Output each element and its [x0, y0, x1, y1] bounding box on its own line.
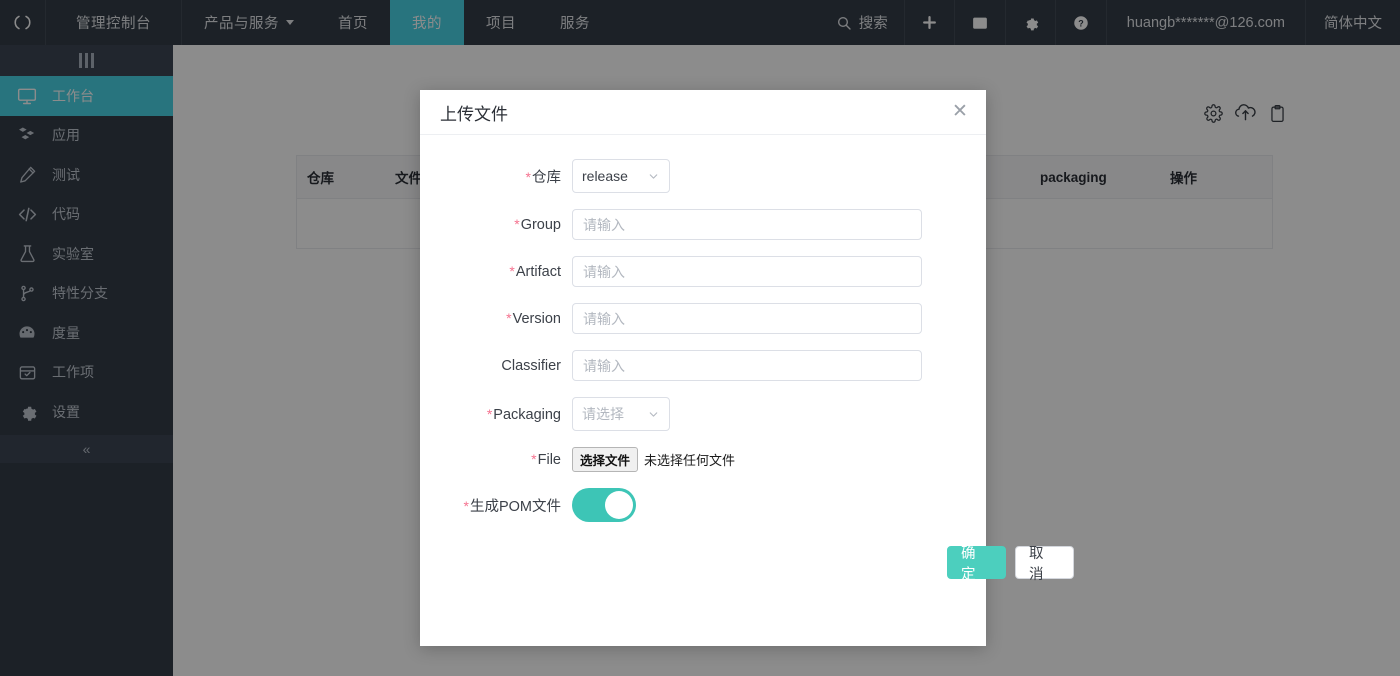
label-generate-pom: *生成POM文件 — [420, 495, 572, 516]
label-repo: *仓库 — [420, 166, 572, 187]
required-asterisk: * — [525, 168, 531, 185]
label-file: *File — [420, 451, 572, 468]
chevron-down-icon — [647, 170, 660, 183]
generate-pom-toggle[interactable] — [572, 488, 636, 522]
field-row-repo: *仓库 release — [420, 159, 986, 193]
label-version: *Version — [420, 310, 572, 327]
toggle-knob — [605, 491, 633, 519]
choose-file-button[interactable]: 选择文件 — [572, 447, 639, 472]
label-text: 生成POM文件 — [469, 498, 561, 515]
control-version — [572, 303, 986, 334]
artifact-input[interactable] — [572, 256, 922, 287]
classifier-input[interactable] — [572, 350, 922, 381]
control-file: 选择文件 未选择任何文件 — [572, 447, 986, 472]
required-asterisk: * — [531, 451, 537, 467]
label-text: Version — [512, 311, 561, 327]
repo-select[interactable]: release — [572, 159, 670, 193]
field-row-classifier: Classifier — [420, 350, 986, 381]
file-input[interactable]: 选择文件 未选择任何文件 — [572, 447, 986, 472]
label-packaging: *Packaging — [420, 406, 572, 423]
app-root: 仓库 文件名 packaging 操作 工作台 应用 测试 代码 实验室 特性分… — [0, 0, 1400, 676]
required-asterisk: * — [514, 216, 520, 232]
control-classifier — [572, 350, 986, 381]
close-icon[interactable]: ✕ — [950, 102, 970, 122]
label-text: File — [537, 452, 561, 468]
control-artifact — [572, 256, 986, 287]
dialog-header: 上传文件 ✕ — [420, 90, 986, 135]
label-classifier: Classifier — [420, 358, 572, 374]
dialog-body: *仓库 release *Group 请输入 *Artifact 请输入 *Ve… — [420, 135, 1074, 583]
control-generate-pom — [572, 488, 986, 522]
dialog-title: 上传文件 — [440, 104, 508, 124]
label-text: Packaging — [493, 406, 561, 423]
required-asterisk: * — [486, 405, 493, 422]
file-status-text: 未选择任何文件 — [644, 453, 736, 468]
chevron-down-icon — [647, 408, 660, 421]
label-text: Artifact — [515, 264, 561, 280]
label-text: 仓库 — [532, 169, 561, 186]
field-row-group: *Group — [420, 209, 986, 240]
field-row-file: *File 选择文件 未选择任何文件 — [420, 447, 986, 472]
cancel-button[interactable]: 取 消 — [1015, 546, 1074, 583]
field-row-artifact: *Artifact — [420, 256, 986, 287]
upload-file-dialog: 上传文件 ✕ *仓库 release *Group 请输入 *Artifact … — [420, 90, 1074, 646]
confirm-button[interactable]: 确 定 — [947, 546, 1006, 583]
label-text: Group — [520, 217, 561, 233]
dialog-actions: 确 定 取 消 — [420, 546, 1074, 583]
field-row-generate-pom: *生成POM文件 — [420, 488, 986, 522]
label-group: *Group — [420, 216, 572, 233]
required-asterisk: * — [509, 263, 515, 279]
control-repo: release — [572, 159, 986, 193]
version-input[interactable] — [572, 303, 922, 334]
label-text: Classifier — [501, 357, 561, 374]
label-artifact: *Artifact — [420, 263, 572, 280]
control-packaging: 请选择 — [572, 397, 986, 431]
control-group — [572, 209, 986, 240]
packaging-select[interactable]: 请选择 — [572, 397, 670, 431]
group-input[interactable] — [572, 209, 922, 240]
required-asterisk: * — [463, 497, 469, 514]
packaging-select-value: 请选择 — [582, 406, 624, 422]
field-row-packaging: *Packaging 请选择 — [420, 397, 986, 431]
repo-select-value: release — [582, 168, 628, 184]
field-row-version: *Version — [420, 303, 986, 334]
required-asterisk: * — [506, 310, 512, 326]
